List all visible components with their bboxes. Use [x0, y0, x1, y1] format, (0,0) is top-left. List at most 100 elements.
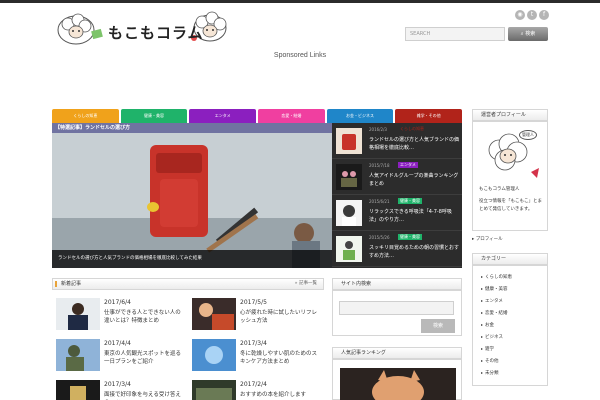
arrow-right-icon: ▸ [481, 298, 484, 303]
article-title[interactable]: ランドセルの選び方と人気ブランドの価格相場を徹底比較… [369, 136, 459, 152]
post-date: 2017/5/5 [240, 299, 267, 306]
post-item[interactable]: 2017/3/4 面接で好印象を与える受け答えのコツ [52, 377, 186, 400]
category-link[interactable]: ▸ 健康・美容 [481, 286, 508, 292]
rss-icon[interactable]: ◉ [515, 10, 525, 20]
tab-category-4[interactable]: 恋愛・結婚 [258, 109, 325, 123]
header-search-input[interactable]: SEARCH [405, 27, 505, 41]
post-item[interactable]: 2017/5/5 心が疲れた時に試したいリフレッシュ方法 [188, 295, 322, 333]
tab-category-5[interactable]: お金・ビジネス [326, 109, 394, 123]
article-date: 2015/7/18 [369, 163, 390, 168]
post-date: 2017/3/4 [104, 381, 131, 388]
profile-link[interactable]: ▸ プロフィール [472, 236, 503, 242]
featured-slider[interactable]: 【特選記事】ランドセルの選び方 ランドセルの選び方と人気ブランドの価格相場を徹底… [52, 123, 332, 268]
chevron-right-icon: » [294, 281, 298, 286]
article-thumbnail [336, 128, 362, 154]
post-title[interactable]: 東京の人気観光スポットを巡る一日プランをご紹介 [104, 350, 186, 366]
post-date: 2017/6/4 [104, 299, 131, 306]
heading-accent [55, 281, 57, 287]
thumbnail-image [199, 303, 234, 330]
slider-item[interactable]: 2016/2/3 くらしの知恵 ランドセルの選び方と人気ブランドの価格相場を徹底… [332, 123, 462, 159]
tab-category-6[interactable]: 雑学・その他 [395, 109, 463, 123]
post-title[interactable]: 仕事ができる人とできない人の違いとは？特徴まとめ [104, 309, 186, 325]
tab-category-3[interactable]: エンタメ [189, 109, 257, 123]
post-thumbnail [192, 380, 236, 400]
arrow-right-icon: ▸ [481, 322, 484, 327]
category-link[interactable]: ▸ お金 [481, 322, 494, 328]
article-title[interactable]: リラックスできる呼吸法「4-7-8呼吸法」のやり方… [369, 208, 459, 224]
arrow-right-icon: ▸ [472, 237, 475, 242]
post-item[interactable]: 2017/6/4 仕事ができる人とできない人の違いとは？特徴まとめ [52, 295, 186, 333]
arrow-right-icon: ▸ [481, 310, 484, 315]
article-thumbnail [336, 200, 362, 226]
category-badge[interactable]: エンタメ [398, 162, 418, 168]
category-link[interactable]: ▸ くらしの知恵 [481, 274, 512, 280]
category-badge[interactable]: 健康・美容 [398, 234, 422, 240]
popular-widget[interactable] [332, 359, 462, 400]
new-posts-heading: 新着記事 » 記事一覧 [52, 278, 324, 290]
post-thumbnail [192, 339, 236, 371]
hero-caption[interactable]: ランドセルの選び方と人気ブランドの価格相場を徹底比較してみた結果 [52, 250, 332, 268]
profile-text: 役立つ情報を「もこもこ」とまとめて発信していきます。 [479, 199, 542, 212]
popular-heading: 人気記事ランキング [332, 347, 462, 359]
thumbnail-image [341, 171, 357, 187]
arrow-right-icon: ▸ [481, 274, 484, 279]
sponsored-links-label: Sponsored Links [273, 52, 327, 59]
twitter-icon[interactable]: t [527, 10, 537, 20]
category-link[interactable]: ▸ エンタメ [481, 298, 503, 304]
category-widget: ▸ くらしの知恵 ▸ 健康・美容 ▸ エンタメ ▸ 恋愛・結婚 ▸ お金 ▸ ビジネス ▸ 雑… [472, 265, 548, 386]
post-item[interactable]: 2017/4/4 東京の人気観光スポットを巡る一日プランをご紹介 [52, 336, 186, 374]
category-link[interactable]: ▸ 雑学 [481, 346, 494, 352]
article-title[interactable]: 人気アイドルグループの楽曲ランキングまとめ [369, 172, 459, 188]
category-nav: くらしの知恵 健康・美容 エンタメ 恋愛・結婚 お金・ビジネス 雑学・その他 [52, 109, 463, 123]
logo-text: もこもコラム [108, 24, 204, 42]
post-item[interactable]: 2017/3/4 冬に乾燥しやすい肌のためのスキンケア方法まとめ [188, 336, 322, 374]
post-thumbnail [56, 380, 100, 400]
arrow-right-icon: ▸ [481, 286, 484, 291]
article-thumbnail [336, 164, 362, 190]
post-date: 2017/2/4 [240, 381, 267, 388]
profile-heading: 運営者プロフィール [472, 109, 548, 121]
post-title[interactable]: 心が疲れた時に試したいリフレッシュ方法 [240, 309, 322, 325]
slider-item[interactable]: 2015/6/21 健康・美容 リラックスできる呼吸法「4-7-8呼吸法」のやり… [332, 195, 462, 231]
facebook-icon[interactable]: f [539, 10, 549, 20]
category-link[interactable]: ▸ ビジネス [481, 334, 503, 340]
post-title[interactable]: 冬に乾燥しやすい肌のためのスキンケア方法まとめ [240, 350, 322, 366]
thumbnail-image [196, 388, 232, 400]
thumbnail-image [70, 386, 86, 400]
category-link[interactable]: ▸ 恋愛・結婚 [481, 310, 508, 316]
site-logo[interactable]: もこもコラム [54, 8, 230, 52]
category-badge[interactable]: 健康・美容 [398, 198, 422, 204]
category-link[interactable]: ▸ 未分類 [481, 370, 499, 376]
header-search-button[interactable]: ⌕ 検索 [508, 27, 548, 41]
post-title[interactable]: 面接で好印象を与える受け答えのコツ [104, 391, 186, 400]
popular-cat-image [340, 368, 456, 400]
thumbnail-image [342, 134, 356, 150]
thumbnail-image [68, 303, 88, 330]
more-posts-link[interactable]: » 記事一覧 [295, 279, 317, 289]
slider-item[interactable]: 2015/5/26 健康・美容 スッキリ目覚めるための朝の習慣とおすすめ方法… [332, 231, 462, 267]
category-heading: カテゴリー [472, 253, 548, 265]
thumbnail-image [205, 346, 223, 364]
category-link[interactable]: ▸ その他 [481, 358, 499, 364]
post-thumbnail [192, 298, 236, 330]
tab-category-1[interactable]: くらしの知恵 [52, 109, 119, 123]
thumbnail-image [343, 241, 355, 260]
post-item[interactable]: 2017/2/4 おすすめの本を紹介します [188, 377, 322, 400]
tab-category-2[interactable]: 健康・美容 [120, 109, 188, 123]
profile-badge: 管理人 [519, 130, 537, 140]
profile-name: もこもコラム管理人 [479, 187, 520, 192]
arrow-right-icon: ▸ [481, 370, 484, 375]
site-search-button[interactable]: 検索 [421, 319, 455, 333]
hero-banner: 【特選記事】ランドセルの選び方 [52, 123, 332, 133]
article-thumbnail [336, 236, 362, 262]
thumbnail-image [342, 205, 356, 226]
slider-article-list: 2016/2/3 くらしの知恵 ランドセルの選び方と人気ブランドの価格相場を徹底… [332, 123, 462, 268]
article-date: 2015/5/26 [369, 235, 390, 240]
article-title[interactable]: スッキリ目覚めるための朝の習慣とおすすめ方法… [369, 244, 459, 260]
post-date: 2017/4/4 [104, 340, 131, 347]
category-badge[interactable]: くらしの知恵 [398, 126, 426, 132]
post-title[interactable]: おすすめの本を紹介します [240, 391, 322, 399]
site-search-input[interactable] [339, 301, 454, 315]
slider-item[interactable]: 2015/7/18 エンタメ 人気アイドルグループの楽曲ランキングまとめ [332, 159, 462, 195]
hero-image [52, 123, 332, 268]
